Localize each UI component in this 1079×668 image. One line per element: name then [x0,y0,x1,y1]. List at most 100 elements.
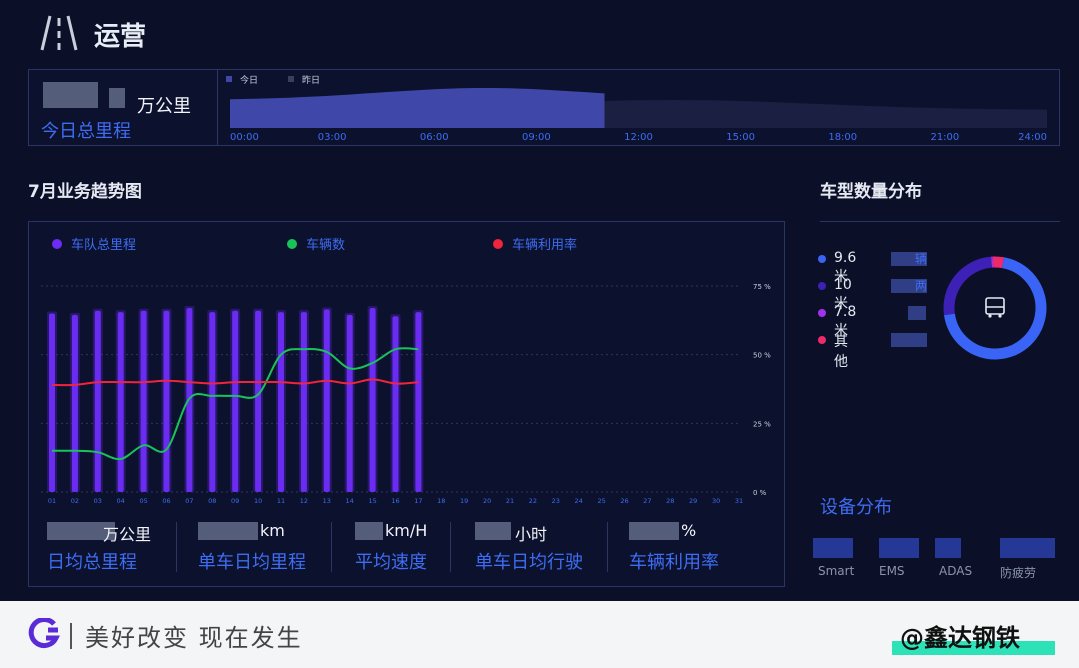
footer-separator [70,623,72,649]
legend-dot [493,239,503,249]
footer-slogan: 美好改变 现在发生 [85,624,303,652]
x-tick-label: 03:00 [318,132,347,143]
bar [117,312,124,492]
stat-daily-total: 万公里 日均总里程 [47,518,177,580]
stat-label: 日均总里程 [47,552,137,573]
bar [255,310,262,492]
trend-stats: 万公里 日均总里程 km 单车日均里程 km/H 平均速度 小时 单车日均行驶 … [29,518,786,580]
x-tick-label: 25 [597,497,605,505]
mileage-area-chart: 今日 昨日 00:00 03:00 06:00 09:00 12:00 15:00 18:00 2… [226,74,1047,143]
x-tick-label: 09 [231,497,239,505]
vehicle-type-value-redacted [908,306,926,320]
x-tick-label: 15 [368,497,376,505]
trend-title: 7月业务趋势图 [28,182,142,202]
vehicle-type-tail: 两 [915,279,928,293]
vehicle-type-tail: 辆 [915,252,928,266]
x-tick-label: 21:00 [930,132,959,143]
stat-unit: km [260,521,285,540]
trend-panel: 车队总里程 车辆数 车辆利用率 0 % 25 % 50 % 75 % 01 02 03 04 05 06… [28,221,785,587]
mileage-unit: 万公里 [137,96,191,117]
device-item: EMS [879,538,919,578]
x-tick-label: 09:00 [522,132,551,143]
bar [94,310,101,492]
bar [300,312,307,492]
legend-swatch [226,76,232,82]
legend-dot [287,239,297,249]
x-tick-label: 02 [71,497,79,505]
x-tick-label: 12:00 [624,132,653,143]
stat-avg-speed: km/H 平均速度 [355,518,465,580]
y-tick-label: 0 % [753,489,767,497]
page-title: 运营 [94,22,147,52]
trend-chart: 车队总里程 车辆数 车辆利用率 0 % 25 % 50 % 75 % 01 02 03 04 05 06… [41,237,771,505]
x-tick-label: 18:00 [828,132,857,143]
page-header: 运营 [0,0,1079,66]
legend-dot [818,336,826,344]
bar [49,313,55,492]
x-tick-label: 15:00 [726,132,755,143]
x-tick-label: 31 [735,497,743,505]
bar [415,312,422,492]
footer-bar: 美好改变 现在发生 @鑫达钢铁 [0,601,1079,668]
legend-label: 昨日 [302,74,320,86]
bar [163,310,170,492]
footer-handle: @鑫达钢铁 [900,624,1020,652]
mileage-summary: 万公里 今日总里程 [29,70,218,145]
vehicle-type-name: 其他 [834,334,848,370]
x-tick-label: 26 [620,497,628,505]
x-tick-label: 03 [94,497,102,505]
stat-label: 平均速度 [355,552,427,573]
legend-dot [52,239,62,249]
mileage-label: 今日总里程 [41,121,131,142]
bar [278,312,284,492]
stat-label: 单车日均里程 [198,552,306,573]
bar [392,316,399,492]
y-tick-label: 75 % [753,283,771,291]
x-tick-label: 05 [139,497,147,505]
stat-per-vehicle-hours: 小时 单车日均行驶 [475,518,615,580]
x-tick-label: 28 [666,497,674,505]
donut-slice [943,256,993,316]
x-tick-label: 21 [506,497,514,505]
stat-value-redacted [198,522,258,540]
bar [369,307,376,492]
mileage-value-redacted [109,88,125,108]
legend-label: 车辆数 [306,237,345,253]
stat-per-vehicle-km: km 单车日均里程 [198,518,338,580]
bar [346,314,353,492]
x-tick-label: 24 [575,497,583,505]
x-tick-label: 12 [300,497,308,505]
vehicle-type-divider [820,221,1060,222]
x-tick-label: 27 [643,497,651,505]
bar [323,309,330,492]
device-value-redacted [813,538,853,558]
device-item: 防疲劳 [1000,538,1055,580]
x-tick-label: 00:00 [230,132,259,143]
x-tick-label: 19 [460,497,468,505]
x-tick-label: 01 [48,497,56,505]
device-item: Smart [813,538,854,578]
device-item: ADAS [935,538,972,578]
x-tick-label: 24:00 [1018,132,1047,143]
x-tick-label: 23 [552,497,560,505]
legend-dot [818,282,826,290]
x-tick-label: 22 [529,497,537,505]
device-name: Smart [818,564,855,578]
donut-slice [992,256,1005,269]
x-tick-label: 06 [162,497,170,505]
stat-unit: km/H [385,521,428,540]
legend-dot [818,309,826,317]
stat-unit: 小时 [515,525,548,544]
stat-unit: % [681,521,697,540]
stat-divider [331,522,332,572]
stat-label: 单车日均行驶 [475,552,583,573]
vehicle-type-value-redacted [891,333,927,347]
legend-label: 今日 [240,74,258,86]
x-tick-label: 20 [483,497,491,505]
vehicle-type-title: 车型数量分布 [820,182,922,202]
legend-label: 车辆利用率 [512,237,577,253]
brand-logo-icon [28,618,60,649]
device-name: 防疲劳 [1000,566,1037,580]
x-tick-label: 17 [414,497,422,505]
bar [71,314,78,492]
